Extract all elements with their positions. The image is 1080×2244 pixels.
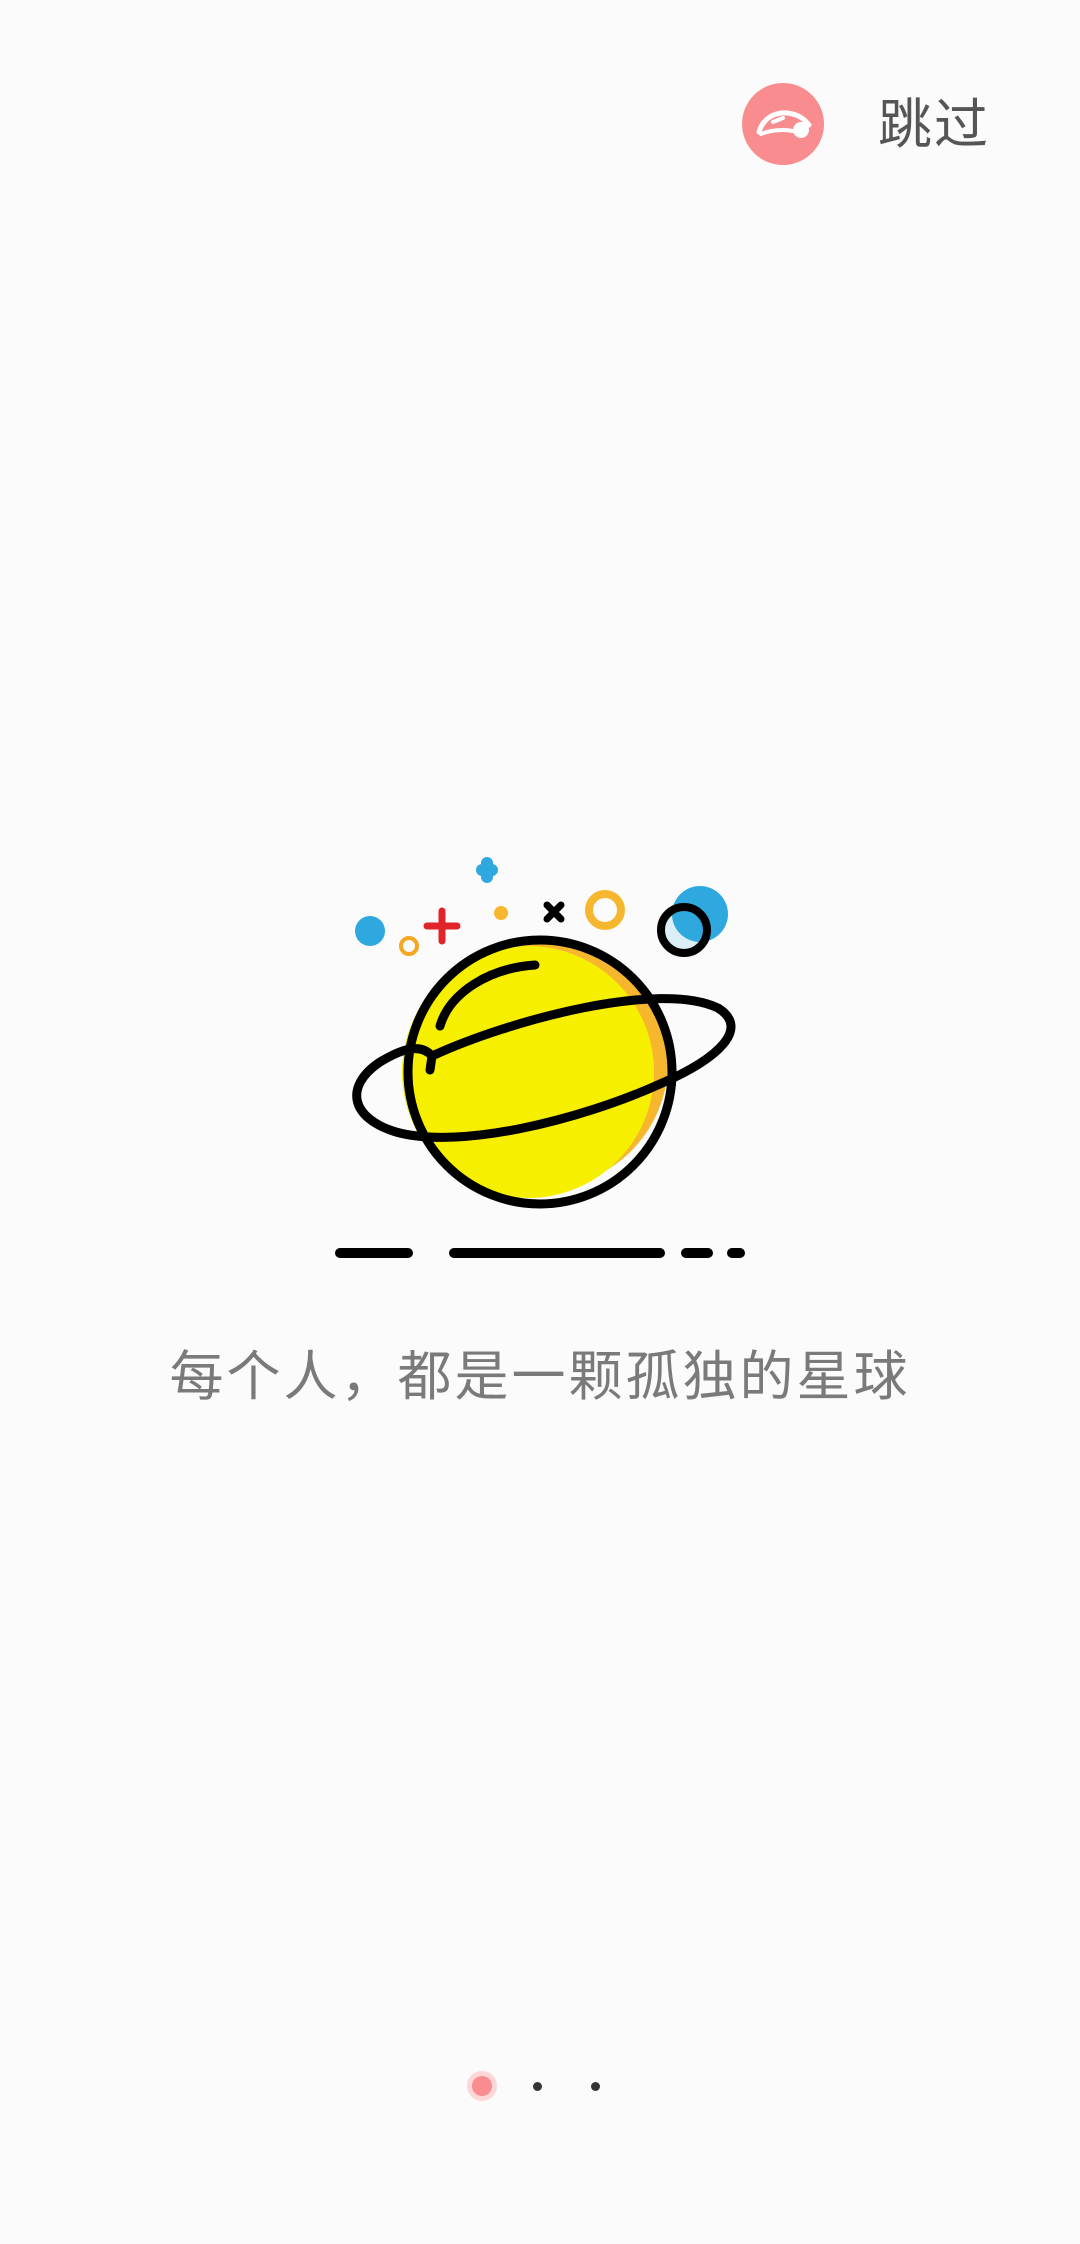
onboarding-tagline: 每个人，都是一颗孤独的星球 bbox=[169, 1345, 911, 1408]
page-dot-active bbox=[472, 2076, 492, 2096]
app-logo-icon bbox=[742, 83, 824, 165]
planet-illustration bbox=[330, 850, 750, 1270]
page-dot bbox=[533, 2082, 542, 2091]
page-indicator bbox=[0, 2076, 1080, 2100]
skip-button[interactable]: 跳过 bbox=[878, 88, 990, 162]
page-dot bbox=[591, 2082, 600, 2091]
